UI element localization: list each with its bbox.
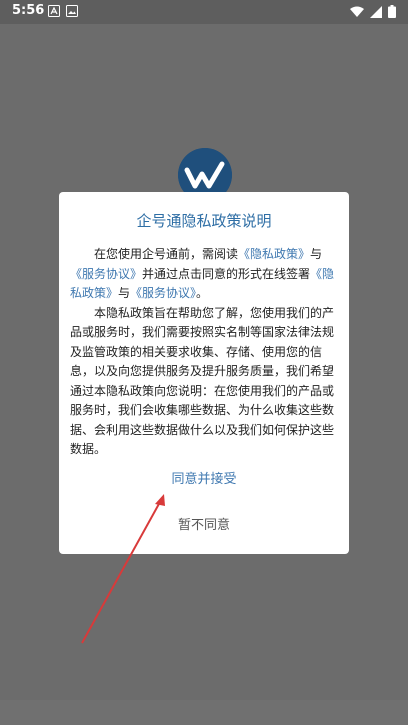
wifi-icon bbox=[350, 6, 364, 17]
status-left-icons bbox=[48, 5, 78, 17]
intro-paragraph: 在您使用企号通前，需阅读《隐私政策》与《服务协议》并通过点击同意的形式在线签署《… bbox=[70, 245, 340, 304]
font-icon bbox=[48, 5, 60, 17]
dialog-title: 企号通隐私政策说明 bbox=[136, 212, 272, 230]
accept-button[interactable]: 同意并接受 bbox=[59, 468, 349, 487]
privacy-dialog: 企号通隐私政策说明 在您使用企号通前，需阅读《隐私政策》与《服务协议》并通过点击… bbox=[59, 192, 349, 554]
intro-text-5: 。 bbox=[196, 286, 209, 300]
status-bar: 5:56 bbox=[0, 0, 408, 24]
intro-text-1: 在您使用企号通前，需阅读 bbox=[94, 247, 239, 261]
status-right-icons bbox=[350, 5, 396, 18]
privacy-policy-link[interactable]: 《隐私政策》 bbox=[238, 247, 310, 261]
battery-icon bbox=[388, 5, 396, 18]
policy-paragraph: 本隐私政策旨在帮助您了解，您使用我们的产品或服务时，我们需要按照实名制等国家法律… bbox=[70, 305, 335, 457]
intro-text-2: 与 bbox=[310, 247, 323, 261]
service-agreement-link-2[interactable]: 《服务协议》 bbox=[130, 286, 196, 300]
service-agreement-link[interactable]: 《服务协议》 bbox=[70, 267, 142, 281]
decline-button[interactable]: 暂不同意 bbox=[59, 514, 349, 533]
intro-text-4: 与 bbox=[118, 286, 131, 300]
status-time: 5:56 bbox=[12, 3, 45, 18]
dialog-body: 在您使用企号通前，需阅读《隐私政策》与《服务协议》并通过点击同意的形式在线签署《… bbox=[70, 245, 340, 460]
signal-icon bbox=[370, 5, 382, 18]
intro-text-3: 并通过点击同意的形式在线签署 bbox=[142, 266, 311, 281]
gallery-icon bbox=[66, 5, 78, 17]
bottom-bar bbox=[0, 700, 408, 725]
